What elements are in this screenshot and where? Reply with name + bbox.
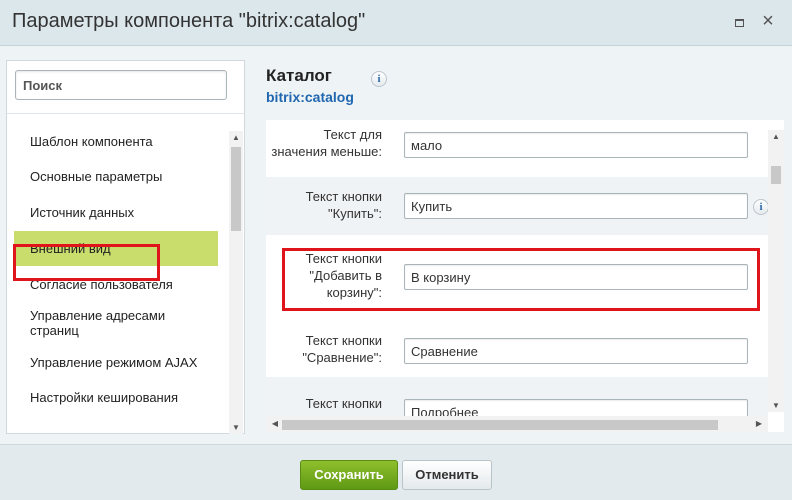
info-icon[interactable]: i xyxy=(371,71,387,87)
param-field[interactable] xyxy=(404,132,748,158)
sidebar-item-label: Шаблон компонента xyxy=(30,134,153,149)
param-label: Текст для значения меньше: xyxy=(271,127,382,159)
sidebar-scrollbar[interactable]: ▲ ▼ xyxy=(229,131,243,434)
param-label: Текст кнопки "Купить": xyxy=(305,189,382,221)
param-field[interactable] xyxy=(404,193,748,219)
sidebar-item-data-source[interactable]: Источник данных xyxy=(7,205,231,220)
param-info-icon[interactable]: i xyxy=(753,199,769,215)
param-row-compare-text: Текст кнопки "Сравнение": xyxy=(266,317,768,377)
sidebar-item-label: Настройки кеширования xyxy=(30,390,179,405)
param-label: Текст кнопки "Сравнение": xyxy=(302,333,382,365)
component-code: bitrix:catalog xyxy=(266,89,354,105)
sidebar-item-cache-settings[interactable]: Настройки кеширования xyxy=(7,390,231,405)
component-header: Каталог bitrix:catalog xyxy=(266,66,354,105)
param-row-buy-text: Текст кнопки "Купить": xyxy=(266,177,768,235)
appearance-highlight-frame xyxy=(13,244,160,281)
dialog-footer: Сохранить Отменить xyxy=(0,444,792,500)
search-field[interactable] xyxy=(15,70,227,100)
sidebar-item-main-params[interactable]: Основные параметры xyxy=(7,169,231,184)
scroll-right-icon[interactable]: ▶ xyxy=(752,419,766,428)
sidebar-item-url-management[interactable]: Управление адресами страниц xyxy=(7,308,177,338)
sidebar-item-ajax-mode[interactable]: Управление режимом AJAX xyxy=(7,355,231,370)
cancel-button[interactable]: Отменить xyxy=(402,460,492,490)
maximize-button[interactable] xyxy=(732,14,748,30)
sidebar-item-label: Управление адресами страниц xyxy=(30,308,166,338)
param-less-text-input[interactable] xyxy=(405,133,747,157)
search-input[interactable] xyxy=(16,71,226,99)
param-buy-text-input[interactable] xyxy=(405,194,747,218)
param-compare-input[interactable] xyxy=(405,339,747,363)
sidebar-item-label: Основные параметры xyxy=(30,169,163,184)
sidebar-divider xyxy=(7,113,244,114)
sidebar-item-label: Управление режимом AJAX xyxy=(30,355,198,370)
scroll-up-icon[interactable]: ▲ xyxy=(229,133,243,142)
dialog-title: Параметры компонента "bitrix:catalog" xyxy=(12,10,366,32)
params-scroll-thumb[interactable] xyxy=(771,166,781,184)
sidebar-scroll-thumb[interactable] xyxy=(231,147,241,231)
component-title: Каталог xyxy=(266,66,332,85)
sidebar: Шаблон компонента Основные параметры Ист… xyxy=(6,60,245,434)
close-button[interactable]: × xyxy=(760,11,776,31)
params-horizontal-scrollbar[interactable]: ◀ ▶ xyxy=(266,416,768,432)
close-icon: × xyxy=(762,10,774,32)
param-row-less-text: Текст для значения меньше: xyxy=(266,120,768,177)
param-field[interactable] xyxy=(404,338,748,364)
scroll-down-icon[interactable]: ▼ xyxy=(229,423,243,432)
scroll-down-icon[interactable]: ▼ xyxy=(768,401,784,410)
sidebar-item-template[interactable]: Шаблон компонента xyxy=(7,134,231,149)
sidebar-item-label: Источник данных xyxy=(30,205,135,220)
params-scrollbar[interactable]: ▲ ▼ xyxy=(768,130,784,412)
params-hscroll-thumb[interactable] xyxy=(282,420,718,430)
scroll-up-icon[interactable]: ▲ xyxy=(768,132,784,141)
save-button[interactable]: Сохранить xyxy=(300,460,398,490)
maximize-icon xyxy=(735,19,744,27)
param-label: Текст кнопки xyxy=(305,396,382,411)
scroll-left-icon[interactable]: ◀ xyxy=(268,419,282,428)
sidebar-nav: Шаблон компонента Основные параметры Ист… xyxy=(7,133,231,431)
dialog-titlebar: Параметры компонента "bitrix:catalog" × xyxy=(0,0,792,46)
add-to-basket-highlight-frame xyxy=(282,248,760,311)
